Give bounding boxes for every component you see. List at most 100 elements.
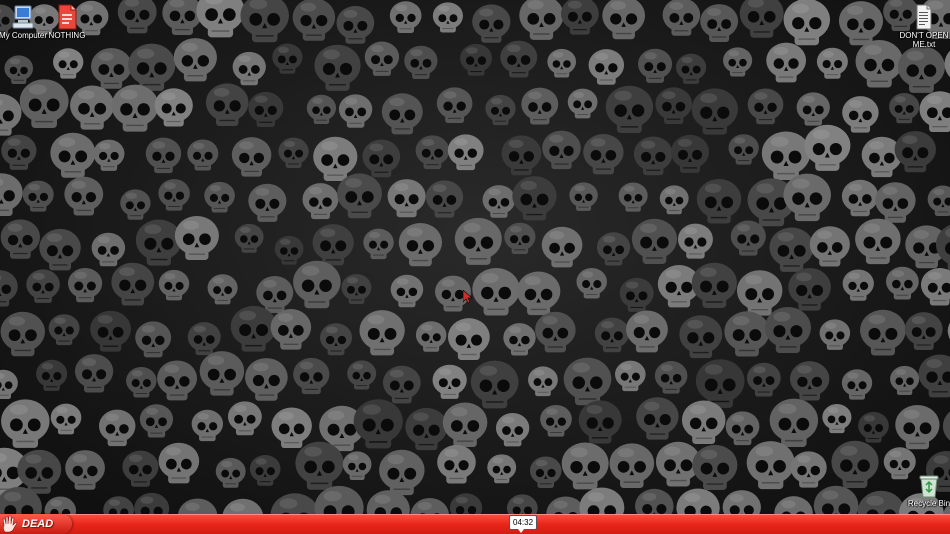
skull (347, 360, 377, 390)
skull (232, 51, 266, 86)
desktop-icon-dont-open-me[interactable]: DON'T OPEN ME.txt (889, 4, 950, 49)
skull (341, 274, 372, 304)
skull (432, 2, 464, 33)
skull (482, 185, 516, 218)
skull (561, 442, 609, 490)
skull (528, 366, 558, 397)
skull (222, 498, 263, 514)
skull (199, 351, 245, 396)
skull (363, 228, 394, 260)
skull (578, 400, 622, 444)
skull (342, 451, 372, 481)
skull (128, 43, 176, 91)
skull (692, 444, 738, 490)
skull (722, 490, 761, 514)
skull (583, 133, 624, 175)
skull (313, 136, 358, 182)
skull (447, 318, 490, 360)
skull (154, 88, 193, 127)
skull (293, 260, 341, 309)
skull (174, 215, 219, 261)
desktop-icon-label: NOTHING (48, 31, 86, 40)
skull (437, 444, 476, 484)
skull (387, 179, 426, 218)
skull (126, 367, 157, 398)
skull (472, 268, 520, 316)
skull (567, 88, 598, 119)
skull (766, 42, 807, 83)
skull (838, 1, 884, 46)
skull (359, 310, 405, 356)
skull (134, 492, 170, 514)
skull (207, 274, 238, 305)
clock[interactable]: 04:32 (509, 515, 538, 530)
skull (314, 485, 364, 514)
skull (605, 85, 654, 134)
skull (594, 317, 630, 353)
skull (272, 43, 303, 74)
skull (535, 311, 576, 353)
skull (783, 173, 831, 222)
skull (234, 223, 264, 253)
skull (889, 92, 920, 124)
skull (26, 269, 60, 303)
skull (74, 354, 114, 393)
skull (117, 0, 157, 34)
skull (50, 132, 96, 178)
skull (736, 270, 783, 316)
skull (139, 404, 174, 438)
skull (725, 411, 760, 446)
skull (245, 358, 288, 401)
skull (679, 315, 723, 359)
desktop[interactable]: My Computer NOTHING DON'T OPEN ME.txt Re… (0, 0, 950, 514)
skull (700, 4, 739, 43)
skull (894, 130, 936, 173)
skull (633, 136, 673, 176)
skull (860, 309, 906, 356)
skull (379, 449, 425, 496)
skull (602, 0, 646, 40)
skull (205, 83, 249, 127)
skull (135, 219, 182, 266)
skull (90, 310, 131, 352)
skull (696, 178, 742, 224)
skull (918, 354, 950, 398)
skull (177, 498, 218, 514)
skull (191, 409, 224, 442)
clock-tooltip-tail (518, 529, 524, 533)
skull (730, 220, 766, 256)
skull (0, 369, 18, 400)
skull (495, 412, 530, 447)
skull (173, 38, 217, 82)
skull (53, 48, 84, 79)
skull (48, 314, 80, 346)
skull (747, 88, 784, 125)
skull (831, 440, 879, 488)
start-button[interactable]: DEAD (0, 514, 72, 534)
skull (120, 189, 151, 220)
skull (425, 180, 464, 218)
skull (626, 310, 668, 353)
skull (890, 365, 920, 395)
skull (157, 360, 197, 401)
text-file-icon (916, 4, 932, 30)
skull (447, 134, 484, 171)
skull (295, 441, 344, 490)
skull (0, 311, 45, 357)
skull (569, 182, 598, 211)
skull (813, 485, 859, 514)
skull (822, 404, 852, 434)
skull (542, 130, 581, 170)
desktop-icon-nothing[interactable]: NOTHING (32, 4, 102, 40)
skull (353, 399, 403, 449)
skull (609, 443, 655, 488)
skull (306, 94, 337, 125)
desktop-icon-recycle-bin[interactable]: Recycle Bin (894, 474, 950, 508)
skull (500, 40, 538, 78)
skull (0, 173, 23, 216)
skull (529, 456, 562, 488)
skull (0, 270, 18, 307)
skull (432, 364, 467, 399)
skull (614, 360, 646, 392)
skull (691, 262, 737, 308)
